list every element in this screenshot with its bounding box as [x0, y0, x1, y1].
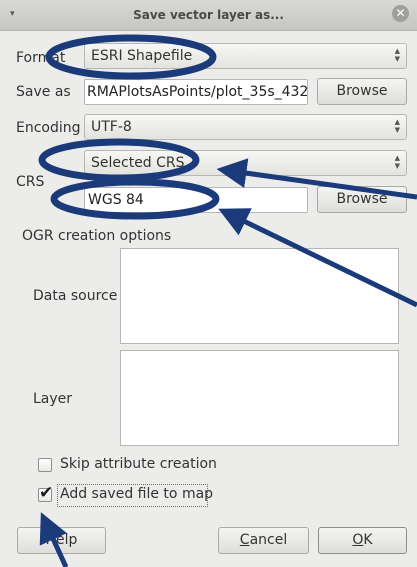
crs-label: CRS — [16, 174, 45, 190]
cancel-button[interactable]: Cancel — [218, 527, 309, 554]
spin-arrows-icon: ▲ ▼ — [394, 47, 400, 63]
help-button[interactable]: Help — [17, 527, 106, 554]
format-label: Format — [16, 50, 66, 66]
add-to-map-checkbox[interactable]: ✔ — [38, 483, 53, 503]
crs-mode-select[interactable]: Selected CRS ▲ ▼ — [84, 150, 407, 176]
encoding-value: UTF-8 — [91, 119, 132, 135]
ok-mnemonic: O — [352, 532, 364, 548]
skip-attribute-checkbox[interactable] — [38, 458, 52, 472]
crs-input[interactable]: WGS 84 — [84, 187, 308, 213]
add-to-map-label: Add saved file to map — [60, 486, 214, 502]
skip-attribute-label: Skip attribute creation — [60, 456, 217, 472]
ok-button[interactable]: OK — [318, 527, 407, 554]
format-select[interactable]: ESRI Shapefile ▲ ▼ — [84, 43, 407, 69]
layer-textarea[interactable] — [120, 350, 399, 446]
save-as-input[interactable]: RMAPlotsAsPoints/plot_35s_4326 — [84, 79, 308, 105]
close-icon[interactable]: ✕ — [392, 5, 409, 22]
spin-arrows-icon: ▲ ▼ — [394, 154, 400, 170]
encoding-label: Encoding — [16, 120, 81, 136]
save-vector-layer-dialog: ▾ Save vector layer as... ✕ Format ESRI … — [0, 0, 417, 567]
browse-button[interactable]: Browse — [317, 78, 407, 105]
layer-label: Layer — [33, 391, 73, 407]
ok-label-rest: K — [363, 532, 373, 548]
crs-value: WGS 84 — [88, 192, 144, 208]
title-bar: ▾ Save vector layer as... ✕ — [0, 0, 417, 31]
cancel-label-rest: ancel — [249, 532, 288, 548]
format-value: ESRI Shapefile — [91, 48, 193, 64]
data-source-label: Data source — [33, 288, 118, 304]
save-as-label: Save as — [16, 84, 71, 100]
save-as-value: RMAPlotsAsPoints/plot_35s_4326 — [87, 84, 308, 100]
ogr-section-title: OGR creation options — [22, 228, 172, 244]
crs-browse-button[interactable]: Browse — [317, 186, 407, 213]
checkmark-icon: ✔ — [39, 483, 54, 503]
encoding-select[interactable]: UTF-8 ▲ ▼ — [84, 114, 407, 140]
crs-mode-value: Selected CRS — [91, 155, 185, 171]
data-source-textarea[interactable] — [120, 248, 399, 344]
spin-arrows-icon: ▲ ▼ — [394, 118, 400, 134]
dialog-title: Save vector layer as... — [133, 8, 284, 22]
cancel-mnemonic: C — [239, 532, 250, 548]
